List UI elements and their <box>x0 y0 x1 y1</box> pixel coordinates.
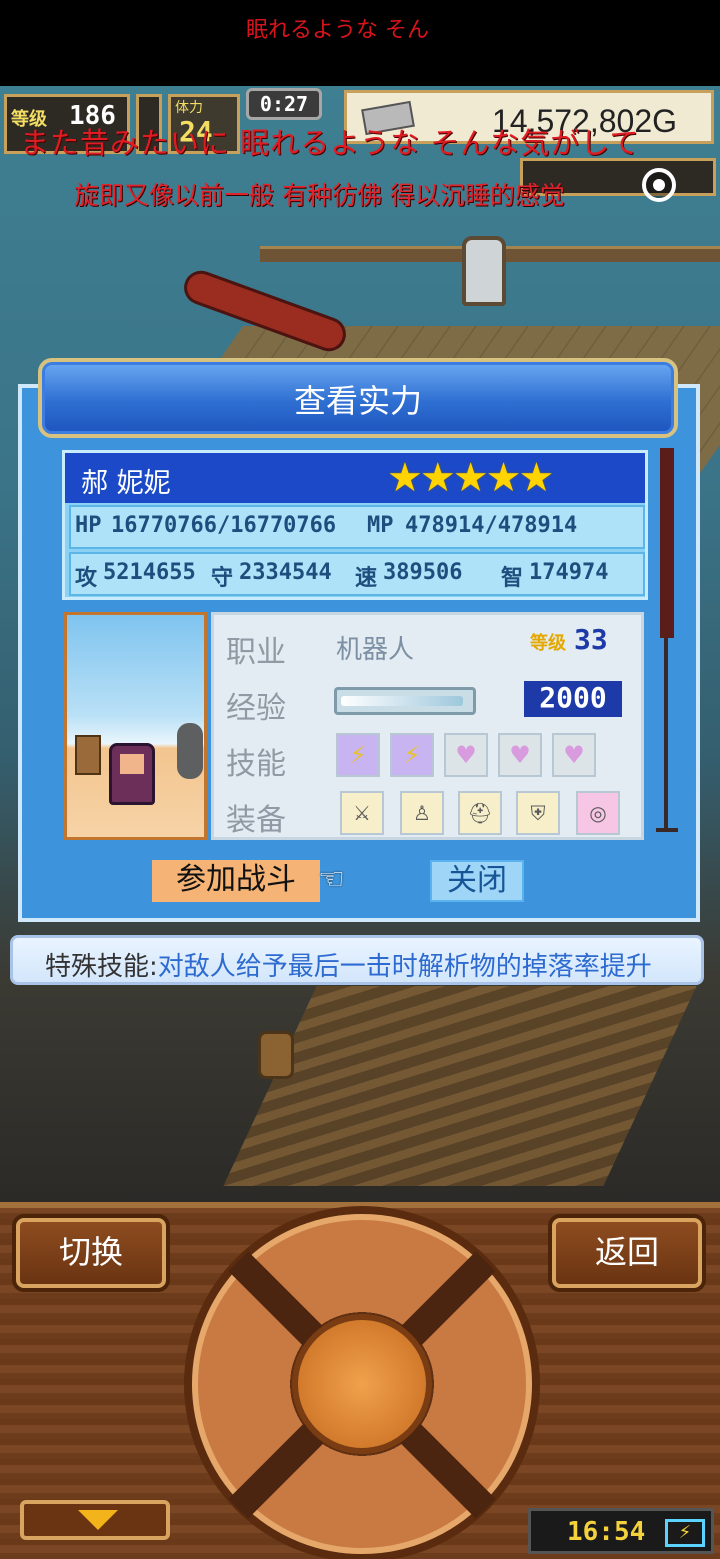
sword-icon[interactable]: ⚔ <box>340 791 384 835</box>
down-button[interactable] <box>20 1500 170 1540</box>
exp-bar <box>334 687 476 715</box>
job-label: 职业 <box>226 635 286 670</box>
special-skill-bar: 特殊技能:对敌人给予最后一击时解析物的掉落率提升 <box>10 935 704 985</box>
level-value: 33 <box>574 623 608 656</box>
pointing-hand-icon: ☜ <box>318 862 345 897</box>
stat-row-attributes: 攻 5214655 守 2334544 速 389506 智 174974 <box>69 552 645 596</box>
bolt-icon[interactable]: ⚡ <box>390 733 434 777</box>
intelligence-label: 智 <box>501 566 524 591</box>
scrollbar-end <box>656 828 678 832</box>
speed-value: 389506 <box>383 560 463 585</box>
exp-label: 经验 <box>226 691 286 726</box>
level-label: 等级 <box>530 633 566 654</box>
defense-label: 守 <box>211 566 234 591</box>
hud-stamina-label: 体力 <box>175 100 203 116</box>
job-value: 机器人 <box>336 635 415 665</box>
attack-value: 5214655 <box>103 560 196 585</box>
exp-bar-fill <box>341 696 463 706</box>
target-icon[interactable] <box>642 168 676 202</box>
special-skill-label: 特殊技能: <box>45 952 158 982</box>
down-arrow-icon <box>78 1510 118 1530</box>
exp-value: 2000 <box>524 681 622 717</box>
character-name: 郝 妮妮 <box>81 468 171 499</box>
skill-label: 技能 <box>226 747 286 782</box>
character-portrait <box>64 612 207 840</box>
character-info-panel: 职业 机器人 等级 33 经验 2000 技能 ⚡ ⚡ ♥ ♥ ♥ 装备 ⚔ ♙… <box>211 612 644 840</box>
portrait-rock <box>177 723 203 779</box>
scrollbar-thumb[interactable] <box>660 448 674 638</box>
close-button[interactable]: 关闭 <box>430 860 524 902</box>
attack-label: 攻 <box>75 566 98 591</box>
ring-icon[interactable]: ◎ <box>576 791 620 835</box>
character-sprite <box>109 743 155 805</box>
heart-icon[interactable]: ♥ <box>444 733 488 777</box>
intelligence-value: 174974 <box>529 560 609 585</box>
hp-label: HP <box>75 513 102 538</box>
rank-stars: ★★★★★ <box>387 455 554 501</box>
bolt-icon[interactable]: ⚡ <box>336 733 380 777</box>
portrait-barrel <box>75 735 101 775</box>
defense-value: 2334544 <box>239 560 332 585</box>
battery-icon: ⚡ <box>665 1519 705 1547</box>
shield-icon[interactable]: ⛨ <box>516 791 560 835</box>
mp-label: MP <box>367 513 394 538</box>
back-button[interactable]: 返回 <box>552 1218 702 1288</box>
clock-time: 16:54 <box>567 1517 646 1547</box>
hud-time: 0:27 <box>246 88 322 120</box>
heart-icon[interactable]: ♥ <box>498 733 542 777</box>
heart-icon[interactable]: ♥ <box>552 733 596 777</box>
stat-row-hp-mp: HP 16770766/16770766 MP 478914/478914 <box>69 505 645 549</box>
helmet-icon[interactable]: ⛑ <box>458 791 502 835</box>
special-skill-text: 特殊技能:对敌人给予最后一击时解析物的掉落率提升 <box>45 946 652 983</box>
direction-pad[interactable] <box>192 1214 532 1554</box>
switch-button[interactable]: 切换 <box>16 1218 166 1288</box>
clock-panel: 16:54 ⚡ <box>528 1508 714 1554</box>
armor-icon[interactable]: ♙ <box>400 791 444 835</box>
subtitle-chinese: 旋即又像以前一般 有种彷佛 得以沉睡的感觉 <box>74 181 565 210</box>
speed-label: 速 <box>355 566 378 591</box>
lamp <box>462 236 506 306</box>
mp-value: 478914/478914 <box>405 513 578 538</box>
barrel <box>258 1031 294 1079</box>
subtitle-japanese: また昔みたいに 眠れるような そんな気がして <box>20 126 640 160</box>
ship-stairs <box>223 986 697 1186</box>
top-strip: 眠れるような そん <box>0 0 720 86</box>
dpad-center-button[interactable] <box>292 1314 432 1454</box>
stats-panel: 郝 妮妮 ★★★★★ HP 16770766/16770766 MP 47891… <box>62 450 648 600</box>
special-skill-description: 对敌人给予最后一击时解析物的掉落率提升 <box>157 952 652 982</box>
ticker-text: 眠れるような そん <box>246 18 429 43</box>
dialog-scrollbar[interactable] <box>656 448 678 832</box>
join-battle-button[interactable]: 参加战斗 <box>152 860 320 902</box>
equip-label: 装备 <box>226 803 286 838</box>
hp-value: 16770766/16770766 <box>111 513 337 538</box>
dialog-title: 查看实力 <box>293 382 422 420</box>
name-bar: 郝 妮妮 ★★★★★ <box>65 453 645 503</box>
